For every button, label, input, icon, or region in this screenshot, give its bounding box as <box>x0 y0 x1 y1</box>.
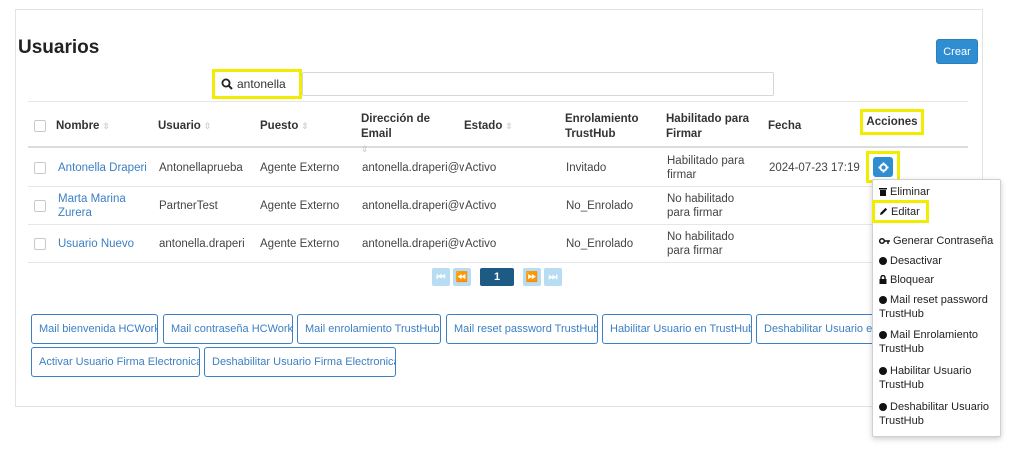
menu-deshabilitar[interactable]: Deshabilitar Usuario TrustHub <box>879 400 994 428</box>
cell-habilitado: Habilitado para firmar <box>667 155 745 181</box>
lock-icon <box>879 275 887 284</box>
header-fecha: Fecha <box>768 120 802 132</box>
menu-desactivar[interactable]: Desactivar <box>879 254 994 268</box>
cell-habilitado: No habilitado para firmar <box>667 231 735 257</box>
menu-habilitar[interactable]: Habilitar Usuario TrustHub <box>879 364 994 392</box>
page-1-button[interactable]: 1 <box>480 268 514 286</box>
mail-reset-button[interactable]: Mail reset password TrustHub <box>446 314 598 344</box>
gear-icon <box>877 161 889 173</box>
deshabilitar-firma-button[interactable]: Deshabilitar Usuario Firma Electronica <box>204 347 396 377</box>
table-row: Antonella Draperi Antonellaprueba Agente… <box>28 149 968 187</box>
cell-email: antonella.draperi@wo <box>362 162 464 174</box>
row-checkbox[interactable] <box>34 162 46 174</box>
circle-icon <box>879 367 887 375</box>
header-puesto[interactable]: Puesto ⇳ <box>260 119 309 134</box>
mail-bienvenida-button[interactable]: Mail bienvenida HCWork <box>31 314 158 344</box>
cell-habilitado: No habilitado para firmar <box>667 193 735 219</box>
header-nombre[interactable]: Nombre ⇳ <box>56 119 110 134</box>
cell-estado: Activo <box>465 238 497 250</box>
cell-usuario: antonella.draperi <box>159 238 245 250</box>
row-actions-button[interactable] <box>873 157 893 177</box>
circle-icon <box>879 331 887 339</box>
circle-icon <box>879 257 887 265</box>
cell-usuario: Antonellaprueba <box>159 162 243 174</box>
row-checkbox[interactable] <box>34 238 46 250</box>
mail-enrolamiento-button[interactable]: Mail enrolamiento TrustHub <box>297 314 441 344</box>
cell-estado: Activo <box>465 200 497 212</box>
sort-icon: ⇳ <box>505 121 513 131</box>
select-all-checkbox[interactable] <box>34 120 46 132</box>
search-bar[interactable] <box>302 72 774 96</box>
mail-contrasena-button[interactable]: Mail contraseña HCWork <box>163 314 293 344</box>
sort-icon: ⇳ <box>301 121 309 131</box>
cell-fecha: 2024-07-23 17:19 <box>769 162 860 174</box>
header-enrolamiento: Enrolamiento TrustHub <box>565 113 639 140</box>
table-row: Usuario Nuevo antonella.draperi Agente E… <box>28 225 968 263</box>
menu-bloquear[interactable]: Bloquear <box>879 273 994 287</box>
last-page-button[interactable]: ⏭ <box>544 268 562 286</box>
cell-enrolamiento: Invitado <box>566 162 607 174</box>
cell-estado: Activo <box>465 162 497 174</box>
header-estado[interactable]: Estado ⇳ <box>464 119 513 134</box>
habilitar-trusthub-button[interactable]: Habilitar Usuario en TrustHub <box>602 314 752 344</box>
header-usuario[interactable]: Usuario ⇳ <box>158 119 211 134</box>
search-value: antonella <box>237 77 286 91</box>
user-name-link[interactable]: Marta Marina Zurera <box>58 192 148 220</box>
header-habilitado: Habilitado para Firmar <box>666 113 750 140</box>
search-icon <box>221 78 233 90</box>
cell-puesto: Agente Externo <box>260 162 340 174</box>
cell-email: antonella.draperi@wo <box>362 200 464 212</box>
pencil-icon <box>880 207 888 215</box>
page-title: Usuarios <box>18 37 100 58</box>
pagination: ⏮ ⏪ 1 ⏩ ⏭ <box>432 268 562 286</box>
circle-icon <box>879 403 887 411</box>
table-row: Marta Marina Zurera PartnerTest Agente E… <box>28 187 968 225</box>
prev-page-button[interactable]: ⏪ <box>453 268 471 286</box>
menu-editar[interactable]: Editar <box>872 200 929 223</box>
cell-usuario: PartnerTest <box>159 200 218 212</box>
sort-icon: ⇳ <box>203 121 212 131</box>
next-page-button[interactable]: ⏩ <box>523 268 541 286</box>
menu-eliminar[interactable]: Eliminar <box>879 185 994 199</box>
menu-mail-reset[interactable]: Mail reset password TrustHub <box>879 293 994 321</box>
search-input[interactable]: antonella <box>212 69 302 99</box>
first-page-button[interactable]: ⏮ <box>432 268 450 286</box>
user-name-link[interactable]: Antonella Draperi <box>58 161 147 175</box>
sort-icon: ⇳ <box>102 121 110 131</box>
cell-enrolamiento: No_Enrolado <box>566 200 634 212</box>
row-checkbox[interactable] <box>34 200 46 212</box>
menu-mail-enrolamiento[interactable]: Mail Enrolamiento TrustHub <box>879 328 994 356</box>
cell-email: antonella.draperi@wo <box>362 238 464 250</box>
trash-icon <box>879 188 887 196</box>
user-name-link[interactable]: Usuario Nuevo <box>58 237 134 251</box>
cell-enrolamiento: No_Enrolado <box>566 238 634 250</box>
key-icon <box>879 237 890 245</box>
header-acciones: Acciones <box>860 109 924 135</box>
activar-firma-button[interactable]: Activar Usuario Firma Electronica <box>31 347 200 377</box>
menu-generar-contrasena[interactable]: Generar Contraseña <box>879 234 994 248</box>
cell-puesto: Agente Externo <box>260 200 340 212</box>
create-button[interactable]: Crear <box>936 39 978 64</box>
table-header: Nombre ⇳ Usuario ⇳ Puesto ⇳ Dirección de Em… <box>28 101 968 154</box>
deshabilitar-trusthub-button[interactable]: Deshabilitar Usuario en <box>756 314 876 344</box>
circle-icon <box>879 296 887 304</box>
cell-puesto: Agente Externo <box>260 238 340 250</box>
